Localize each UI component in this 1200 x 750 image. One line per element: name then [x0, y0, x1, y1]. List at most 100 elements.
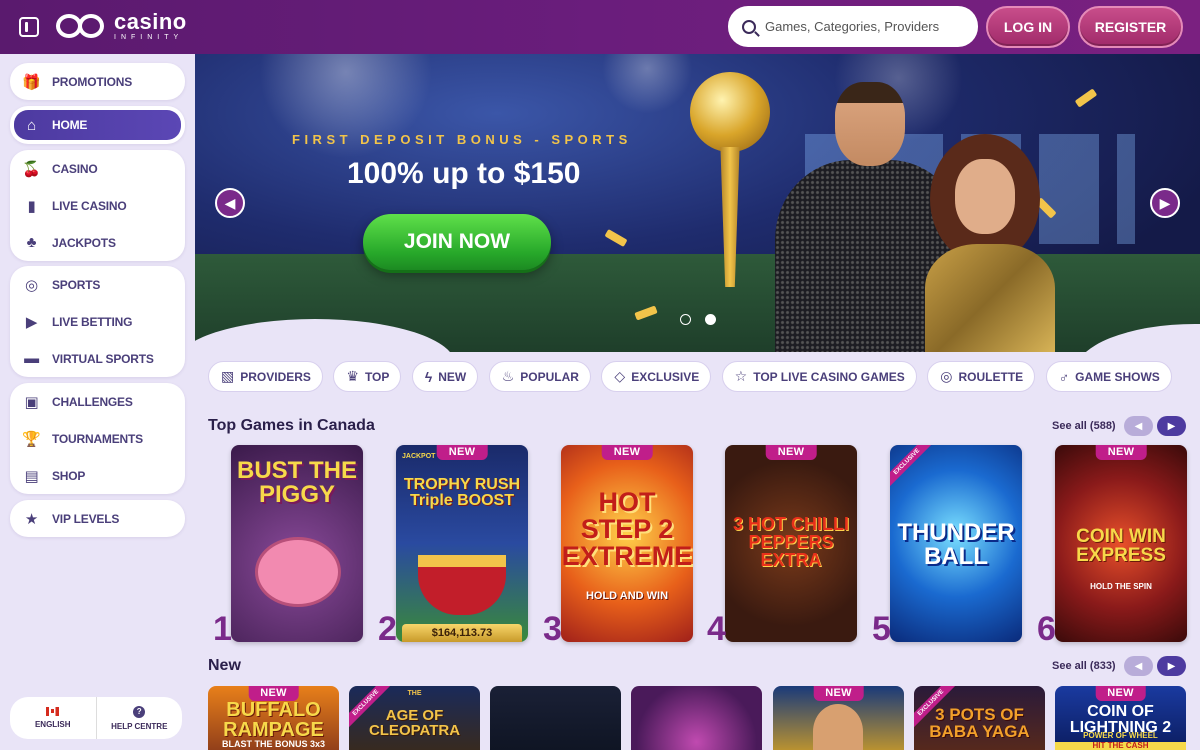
game-card-coin-of-lightning-2[interactable]: COIN OF LIGHTNING 2 POWER OF WHEEL HIT T… — [1055, 686, 1186, 750]
chip-providers[interactable]: ▧ PROVIDERS — [208, 361, 323, 392]
game-card-3-hot-chilli-peppers[interactable]: 3 HOT CHILLI PEPPERS EXTRA NEW — [725, 445, 857, 642]
roulette-icon: ◎ — [940, 368, 953, 384]
chip-top[interactable]: ♛ TOP — [333, 361, 402, 392]
chevron-right-icon: ▶ — [1167, 420, 1176, 432]
game-card-coin-win[interactable]: COIN WIN EXPRESS HOLD THE SPIN NEW — [1055, 445, 1187, 642]
language-help-bar: ENGLISH ? HELP CENTRE — [10, 697, 182, 739]
language-selector[interactable]: ENGLISH — [10, 697, 96, 739]
banner-title: 100% up to $150 — [347, 157, 581, 190]
see-all-new-games[interactable]: See all (833) — [1052, 660, 1116, 672]
new-games-title: New — [208, 657, 241, 674]
rank-number: 4 — [707, 610, 726, 648]
new-badge: NEW — [765, 445, 817, 460]
game-title: COIN WIN EXPRESS — [1076, 526, 1166, 566]
sidebar-group-sports: ◎ SPORTS ▶ LIVE BETTING ▬ VIRTUAL SPORTS — [10, 266, 185, 377]
trophy-image — [690, 72, 770, 302]
canada-flag-icon — [46, 707, 60, 716]
new-games-next-button[interactable]: ▶ — [1157, 656, 1186, 676]
sidebar-toggle-icon[interactable] — [19, 17, 39, 37]
game-card-unnamed[interactable] — [490, 686, 621, 750]
search-bar[interactable] — [728, 6, 978, 47]
game-title: HOT STEP 2 EXTREME — [561, 487, 693, 571]
sidebar-item-label: JACKPOTS — [52, 235, 116, 250]
slide-dot[interactable] — [680, 314, 691, 325]
sidebar-item-sports[interactable]: ◎ SPORTS — [10, 266, 185, 303]
chip-popular[interactable]: ♨ POPULAR — [488, 361, 591, 392]
game-title: BUFFALO RAMPAGE — [223, 699, 324, 741]
search-input[interactable] — [765, 19, 955, 34]
login-button[interactable]: LOG IN — [986, 6, 1070, 48]
rank-number: 1 — [213, 610, 232, 648]
sidebar-item-casino[interactable]: 🍒 CASINO — [10, 150, 185, 187]
chip-top-live-casino[interactable]: ☆ TOP LIVE CASINO GAMES — [721, 361, 917, 392]
basket-icon: ▤ — [24, 467, 39, 485]
game-card-hot-step-2[interactable]: HOT STEP 2 EXTREME HOLD AND WIN NEW — [561, 445, 693, 642]
sidebar-item-live-betting[interactable]: ▶ LIVE BETTING — [10, 303, 185, 340]
exclusive-badge: EXCLUSIVE — [890, 445, 936, 491]
banner-prev-button[interactable]: ◀ — [215, 188, 245, 218]
game-card-trophy-rush[interactable]: JACKPOT CARDS TROPHY RUSH Triple BOOST N… — [396, 445, 528, 642]
infinity-logo-icon — [56, 12, 110, 40]
game-card-thunder-ball[interactable]: THUNDER BALL EXCLUSIVE — [890, 445, 1022, 642]
new-badge: NEW — [601, 445, 653, 460]
chest-icon: ▣ — [24, 393, 39, 411]
casino-infinity-logo[interactable]: casino INFINITY — [56, 11, 187, 41]
chip-new[interactable]: ϟ NEW — [411, 361, 479, 392]
game-subtitle: BLAST THE BONUS 3x3 — [221, 739, 326, 749]
banner-subtitle: FIRST DEPOSIT BONUS - SPORTS — [292, 132, 632, 147]
sidebar-item-virtual-sports[interactable]: ▬ VIRTUAL SPORTS — [10, 340, 185, 377]
join-now-button[interactable]: JOIN NOW — [363, 214, 551, 270]
sidebar-group-home: ⌂ HOME — [10, 106, 185, 144]
language-label: ENGLISH — [34, 720, 71, 729]
chip-game-shows[interactable]: ♂ GAME SHOWS — [1045, 361, 1172, 392]
top-games-next-button[interactable]: ▶ — [1157, 416, 1186, 436]
help-centre-link[interactable]: ? HELP CENTRE — [95, 697, 183, 739]
woman-figure — [925, 134, 1060, 352]
game-title: 3 POTS OF BABA YAGA — [929, 705, 1030, 741]
new-games-prev-button[interactable]: ◀ — [1124, 656, 1153, 676]
slide-dot-active[interactable] — [705, 314, 716, 325]
phone-icon: ▮ — [27, 197, 36, 215]
game-subtitle: HOLD AND WIN — [585, 590, 669, 602]
top-games-prev-button[interactable]: ◀ — [1124, 416, 1153, 436]
game-card-buffalo-rampage[interactable]: BUFFALO RAMPAGE BLAST THE BONUS 3x3 NEW — [208, 686, 339, 750]
top-games-title: Top Games in Canada — [208, 417, 375, 434]
sidebar-item-label: LIVE CASINO — [52, 198, 127, 213]
game-title: AGE OF CLEOPATRA — [368, 707, 461, 739]
sidebar-item-live-casino[interactable]: ▮ LIVE CASINO — [10, 187, 185, 224]
sidebar-item-vip-levels[interactable]: ★ VIP LEVELS — [10, 500, 185, 537]
register-button[interactable]: REGISTER — [1078, 6, 1183, 48]
cherry-icon: 🍒 — [22, 160, 41, 178]
sidebar-item-label: HOME — [52, 118, 88, 132]
game-card-cleopatra-portrait[interactable]: NEW — [773, 686, 904, 750]
sidebar-item-shop[interactable]: ▤ SHOP — [10, 457, 185, 494]
sidebar-item-label: TOURNAMENTS — [52, 431, 143, 446]
banner-next-button[interactable]: ▶ — [1150, 188, 1180, 218]
game-subtitle: POWER OF WHEEL — [1083, 731, 1158, 740]
chip-exclusive[interactable]: ◇ EXCLUSIVE — [601, 361, 712, 392]
promo-banner[interactable]: FIRST DEPOSIT BONUS - SPORTS 100% up to … — [195, 54, 1200, 352]
trophy-cup-image — [418, 555, 506, 615]
game-title: BUST THE PIGGY — [237, 457, 357, 508]
help-icon: ? — [133, 705, 146, 718]
see-all-top-games[interactable]: See all (588) — [1052, 420, 1116, 432]
game-card-bust-the-piggy[interactable]: BUST THE PIGGY — [231, 445, 363, 642]
sidebar-item-label: SPORTS — [52, 277, 101, 292]
sidebar-item-promotions[interactable]: 🎁 PROMOTIONS — [10, 63, 185, 100]
rank-number: 3 — [543, 610, 562, 648]
game-card-unnamed[interactable] — [631, 686, 762, 750]
controller-icon: ▬ — [24, 350, 39, 367]
game-card-age-of-cleopatra[interactable]: THE AGE OF CLEOPATRA EXCLUSIVE — [349, 686, 480, 750]
slide-dots — [680, 314, 716, 325]
sidebar-item-home[interactable]: ⌂ HOME — [14, 110, 181, 140]
chip-roulette[interactable]: ◎ ROULETTE — [927, 361, 1036, 392]
sidebar-item-challenges[interactable]: ▣ CHALLENGES — [10, 383, 185, 420]
sidebar-item-tournaments[interactable]: 🏆 TOURNAMENTS — [10, 420, 185, 457]
game-card-3-pots-of-baba-yaga[interactable]: 3 POTS OF BABA YAGA EXCLUSIVE — [914, 686, 1045, 750]
jackpot-amount: $164,113.73 — [402, 624, 522, 642]
confetti — [604, 229, 628, 247]
game-subtitle: HOLD THE SPIN — [1090, 582, 1152, 591]
sidebar-item-jackpots[interactable]: ♣ JACKPOTS — [10, 224, 185, 261]
game-tagline: HIT THE CASH — [1055, 742, 1186, 750]
gift-icon: 🎁 — [22, 73, 41, 91]
